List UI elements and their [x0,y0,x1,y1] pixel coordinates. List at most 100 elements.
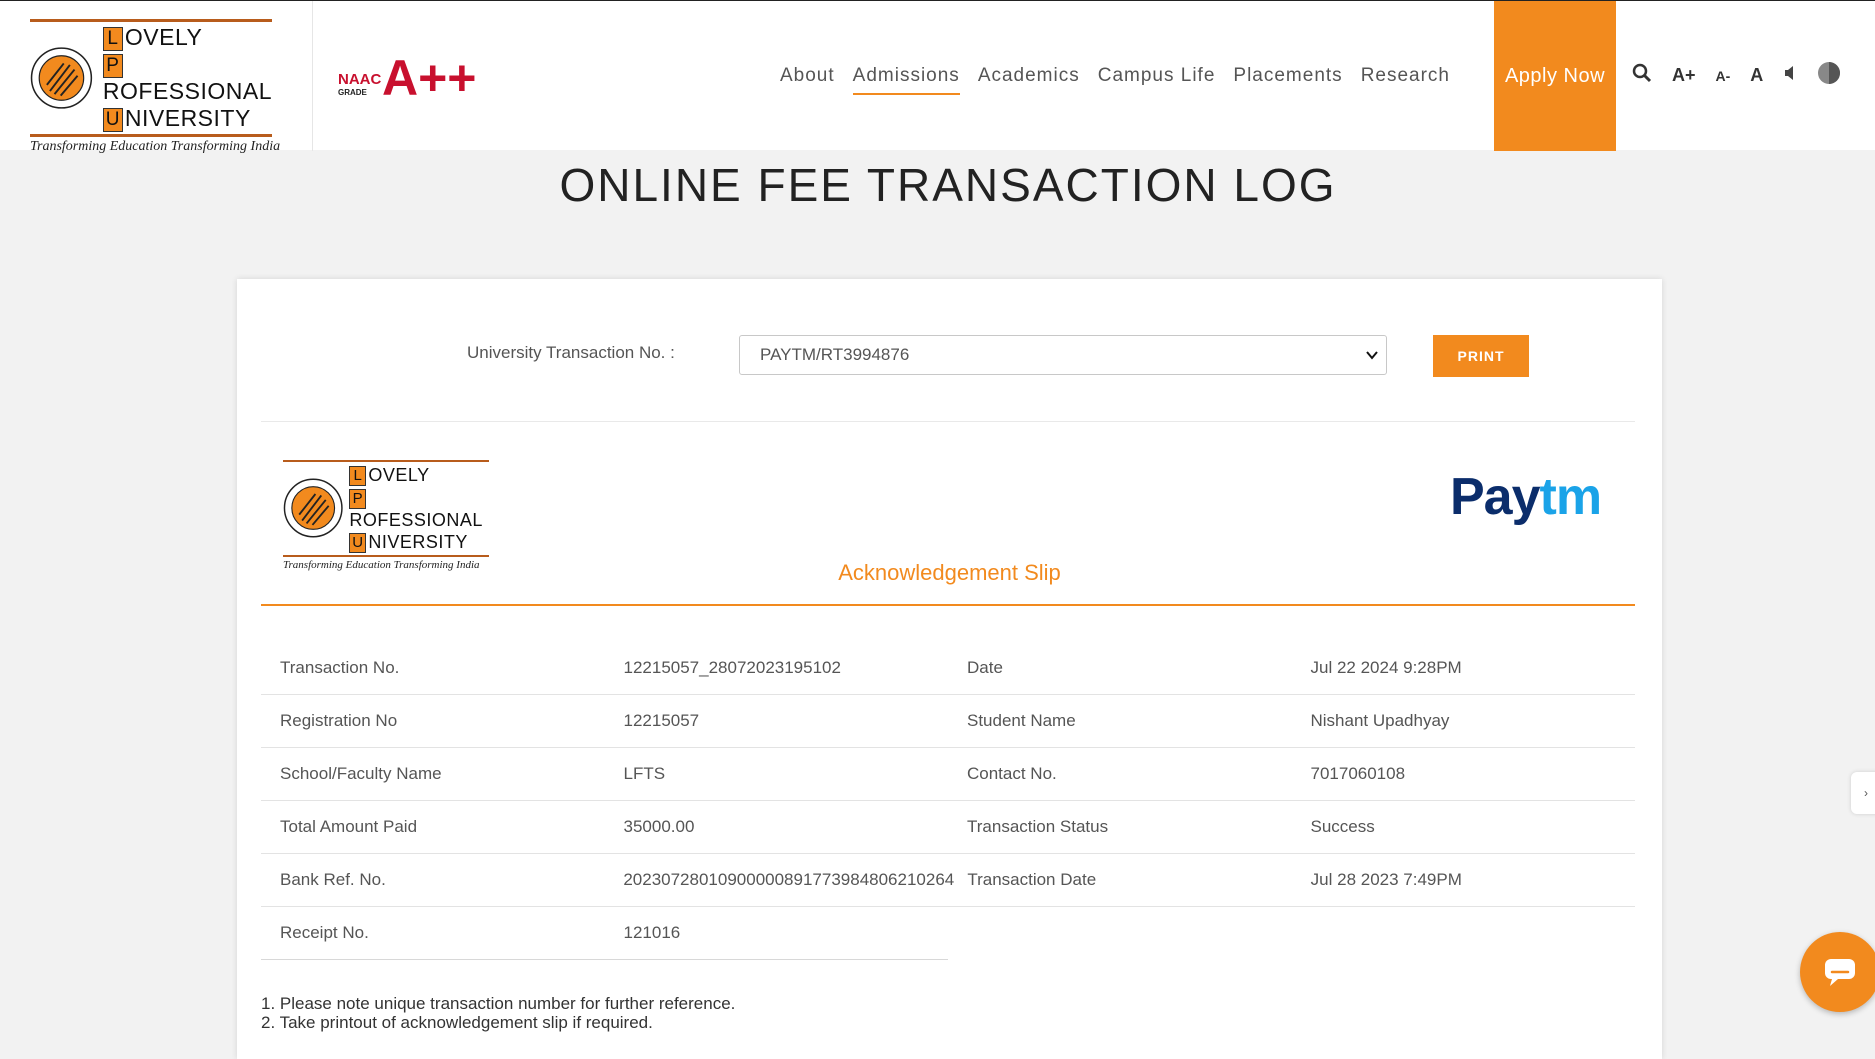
divider [261,421,1635,422]
cell-label: Student Name [967,711,1076,730]
fee-transaction-card: University Transaction No. : PAYTM/RT399… [237,279,1662,1059]
acknowledgement-slip-title: Acknowledgement Slip [838,560,1061,585]
slip-logo-row: L OVELY PROFESSIONAL U NIVERSITY [283,464,489,553]
cell-value: 12215057 [623,711,700,730]
logo-word-2: ROFESSIONAL [102,78,272,104]
cell-label: School/Faculty Name [280,764,442,783]
font-reset-button[interactable]: A [1750,65,1763,86]
cell-label: Total Amount Paid [280,817,418,836]
cell-value: 12215057_28072023195102 [623,658,841,677]
table-row: Transaction No. 12215057_28072023195102 … [261,642,1635,695]
apply-now-button[interactable]: Apply Now [1494,1,1616,151]
accessibility-tools: A+ A- A [1632,61,1861,90]
chevron-down-icon [1366,336,1378,389]
naac-grade: A++ [382,51,477,101]
lpu-logo-link[interactable]: L OVELY PROFESSIONAL U NIVERSITY Transform… [0,1,313,154]
cell-label: Transaction Status [967,817,1109,836]
table-row: Registration No 12215057 Student Name Ni… [261,695,1635,748]
cell-value: 121016 [623,923,681,942]
slip-logo-word-3: NIVERSITY [368,531,468,552]
lpu-emblem-icon [30,47,93,109]
cell-value: Nishant Upadhyay [1310,711,1450,730]
lpu-emblem-icon [283,478,343,538]
slip-lpu-logo: L OVELY PROFESSIONAL U NIVERSITY Transform… [283,460,489,571]
transaction-number-select[interactable]: PAYTM/RT3994876 [739,335,1387,375]
cell-value: 20230728010900000891773984806210264 [623,870,955,889]
chevron-right-icon: › [1864,786,1868,800]
nav-research[interactable]: Research [1361,65,1450,95]
speaker-icon[interactable] [1783,65,1797,86]
nav-placements[interactable]: Placements [1233,65,1342,95]
cell-label: Registration No [280,711,398,730]
logo-cap-p: P [102,53,123,78]
slip-logo-bottom-bar [283,554,489,557]
logo-row: L OVELY PROFESSIONAL U NIVERSITY [30,24,272,132]
logo-cap-l: L [102,26,123,51]
transaction-select-label: University Transaction No. : [467,343,675,362]
font-increase-button[interactable]: A+ [1672,65,1696,86]
slip-logo-cap-l: L [349,466,367,487]
note-item: 1. Please note unique transaction number… [261,994,736,1013]
logo-line-1: L OVELY [102,24,272,51]
naac-label: NAAC [338,71,381,88]
cell-value: Success [1310,817,1375,836]
print-button[interactable]: PRINT [1433,335,1529,377]
logo-tagline: Transforming Education Transforming Indi… [30,139,281,154]
main-nav: About Admissions Academics Campus Life P… [780,65,1468,95]
lpu-wordmark: L OVELY PROFESSIONAL U NIVERSITY [102,24,272,132]
table-row: Bank Ref. No. 20230728010900000891773984… [261,854,1635,907]
nav-academics[interactable]: Academics [978,65,1080,95]
transaction-select-value: PAYTM/RT3994876 [760,345,910,364]
paytm-pay: Pay [1450,468,1541,526]
slip-logo-word-2: ROFESSIONAL [349,509,483,530]
note-item: 2. Take printout of acknowledgement slip… [261,1013,653,1032]
slip-logo-cap-u: U [349,532,367,553]
nav-admissions[interactable]: Admissions [852,65,960,95]
chat-widget-button[interactable] [1800,932,1875,1012]
paytm-logo: Paytm [1450,467,1603,527]
cell-value: 35000.00 [623,817,695,836]
naac-grade-badge: NAAC GRADE A++ [338,51,477,101]
site-header: L OVELY PROFESSIONAL U NIVERSITY Transform… [0,0,1875,154]
cell-label: Transaction Date [967,870,1097,889]
cell-value: 7017060108 [1310,764,1406,783]
table-row: Receipt No. 121016 [261,907,948,960]
slip-logo-line-3: U NIVERSITY [349,531,489,553]
logo-word-1: OVELY [124,24,203,50]
cell-label: Bank Ref. No. [280,870,386,889]
slip-logo-cap-p: P [349,488,367,509]
chat-icon [1825,959,1855,986]
font-decrease-button[interactable]: A- [1716,68,1731,84]
cell-value: LFTS [623,764,666,783]
cell-value: Jul 22 2024 9:28PM [1310,658,1462,677]
naac-grade-label: GRADE [338,88,368,97]
table-row: Total Amount Paid 35000.00 Transaction S… [261,801,1635,854]
logo-bottom-bar [30,134,272,137]
logo-cap-u: U [102,107,123,132]
nav-about[interactable]: About [780,65,835,95]
logo-word-3: NIVERSITY [124,105,251,131]
page-title: ONLINE FEE TRANSACTION LOG [559,159,1337,211]
lpu-logo: L OVELY PROFESSIONAL U NIVERSITY Transform… [30,19,281,155]
slip-logo-line-1: L OVELY [349,464,489,487]
logo-top-bar [30,19,272,22]
contrast-toggle-icon[interactable] [1817,61,1841,90]
cell-label: Date [967,658,1003,677]
nav-campus-life[interactable]: Campus Life [1098,65,1216,95]
side-panel-toggle[interactable]: › [1851,772,1875,814]
table-row: School/Faculty Name LFTS Contact No. 701… [261,748,1635,801]
transaction-details-table: Transaction No. 12215057_28072023195102 … [261,642,1635,960]
logo-line-3: U NIVERSITY [102,105,272,132]
cell-label: Contact No. [967,764,1057,783]
logo-line-2: PROFESSIONAL [102,51,272,105]
paytm-tm: tm [1539,468,1603,526]
cell-label: Receipt No. [280,923,369,942]
slip-lpu-wordmark: L OVELY PROFESSIONAL U NIVERSITY [349,464,489,553]
cell-label: Transaction No. [280,658,400,677]
slip-logo-top-bar [283,460,489,462]
slip-logo-word-1: OVELY [368,465,430,485]
slip-logo-line-2: PROFESSIONAL [349,486,489,530]
cell-value: Jul 28 2023 7:49PM [1310,870,1462,889]
search-icon[interactable] [1632,63,1652,88]
notes: 1. Please note unique transaction number… [261,994,735,1032]
